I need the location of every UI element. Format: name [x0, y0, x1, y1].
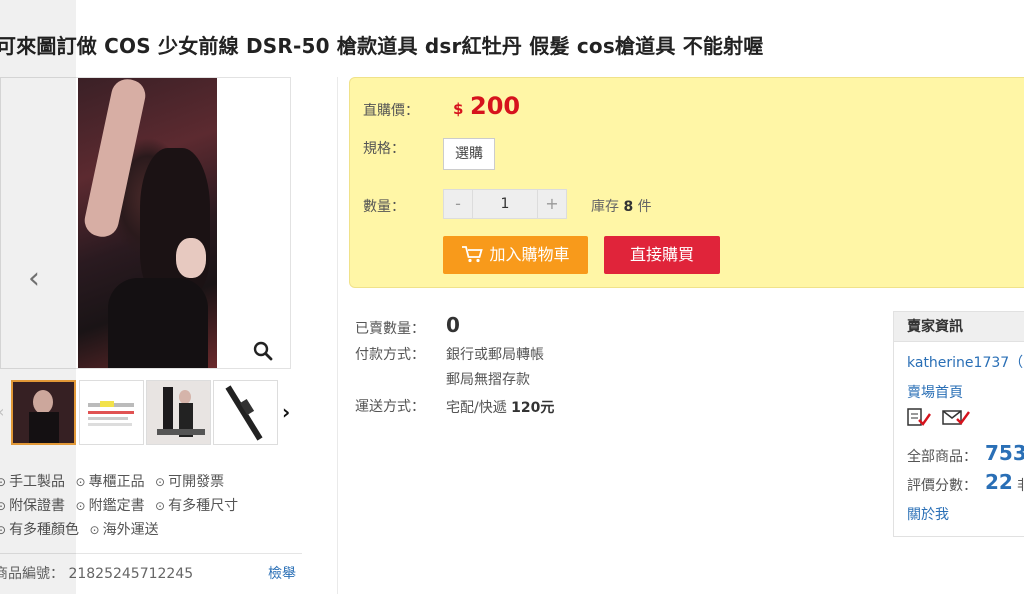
payment-label: 付款方式： — [355, 347, 425, 363]
all-items-label: 全部商品： — [907, 449, 977, 465]
payment-method: 銀行或郵局轉帳 — [446, 347, 544, 363]
feature-item: ⊙ 專櫃正品 — [75, 474, 145, 490]
feature-list: ⊙手工製品 ⊙專櫃正品 ⊙可開發票 ⊙附保證書 ⊙附鑑定書 ⊙有多種尺寸 ⊙有多… — [0, 470, 296, 542]
qty-label: 數量： — [363, 199, 405, 215]
feature-item: ⊙ 附鑑定書 — [75, 498, 145, 514]
thumb-prev-icon[interactable]: ‹ — [0, 402, 4, 421]
sold-value: 0 — [446, 313, 460, 337]
quantity-input[interactable]: 1 — [473, 189, 537, 219]
main-image-frame[interactable] — [0, 77, 291, 369]
item-number: 商品編號： 21825245712245 — [0, 566, 194, 582]
price-label: 直購價： — [363, 103, 419, 119]
thumbnail[interactable] — [79, 380, 144, 445]
seller-info-box: 賣家資訊 katherine1737（2 賣場首頁 全部商品： 753 評價分數… — [893, 311, 1024, 537]
rating-label: 評價分數： — [907, 478, 977, 494]
thumbnail[interactable] — [146, 380, 211, 445]
divider — [0, 553, 302, 554]
spec-label: 規格： — [363, 141, 405, 157]
thumbnail[interactable] — [11, 380, 76, 445]
product-photo[interactable] — [78, 78, 217, 368]
shipping-method: 宅配/快遞 120元 — [446, 400, 555, 416]
stock-info: 庫存 8 件 — [591, 199, 652, 215]
verified-doc-icon — [907, 408, 931, 426]
price-currency: $ — [453, 100, 464, 118]
purchase-panel: 直購價： $ 200 規格： 選購 數量： - 1 + 庫存 8 件 加入購物車… — [349, 77, 1024, 288]
feature-item: ⊙ 海外運送 — [89, 522, 159, 538]
verified-mail-icon — [942, 410, 971, 425]
buy-now-button[interactable]: 直接購買 — [604, 236, 720, 274]
product-title: 可來圖訂做 COS 少女前線 DSR-50 槍款道具 dsr紅牡丹 假髮 cos… — [0, 34, 764, 58]
price-value: 200 — [470, 92, 521, 120]
sold-label: 已賣數量： — [355, 321, 425, 337]
payment-method: 郵局無摺存款 — [446, 372, 530, 388]
feature-item: ⊙ 有多種尺寸 — [155, 498, 239, 514]
magnifier-icon[interactable] — [252, 340, 274, 362]
feature-item: ⊙手工製品 — [0, 474, 66, 490]
option-select-button[interactable]: 選購 — [443, 138, 495, 170]
qty-decrease-button[interactable]: - — [443, 189, 473, 219]
cart-icon — [462, 246, 484, 263]
rating-value[interactable]: 22 — [985, 470, 1013, 494]
seller-badges — [907, 408, 971, 430]
qty-increase-button[interactable]: + — [537, 189, 567, 219]
column-divider — [337, 77, 338, 594]
shipping-label: 運送方式： — [355, 399, 425, 415]
add-to-cart-button[interactable]: 加入購物車 — [443, 236, 588, 274]
all-items-value[interactable]: 753 — [985, 441, 1024, 465]
seller-name-link[interactable]: katherine1737（2 — [907, 352, 1024, 372]
feature-item: ⊙有多種顏色 — [0, 522, 80, 538]
thumbnail-strip: ‹ › — [0, 380, 300, 448]
about-me-link[interactable]: 關於我 — [907, 504, 949, 524]
rating-suffix: 非 — [1017, 475, 1024, 495]
thumbnail[interactable] — [213, 380, 278, 445]
feature-item: ⊙附保證書 — [0, 498, 66, 514]
report-link[interactable]: 檢舉 — [268, 563, 296, 583]
thumb-next-icon[interactable]: › — [282, 400, 290, 424]
seller-info-header: 賣家資訊 — [894, 312, 1024, 342]
chevron-left-icon[interactable]: ‹ — [20, 262, 48, 296]
feature-item: ⊙ 可開發票 — [155, 474, 225, 490]
store-home-link[interactable]: 賣場首頁 — [907, 382, 963, 402]
